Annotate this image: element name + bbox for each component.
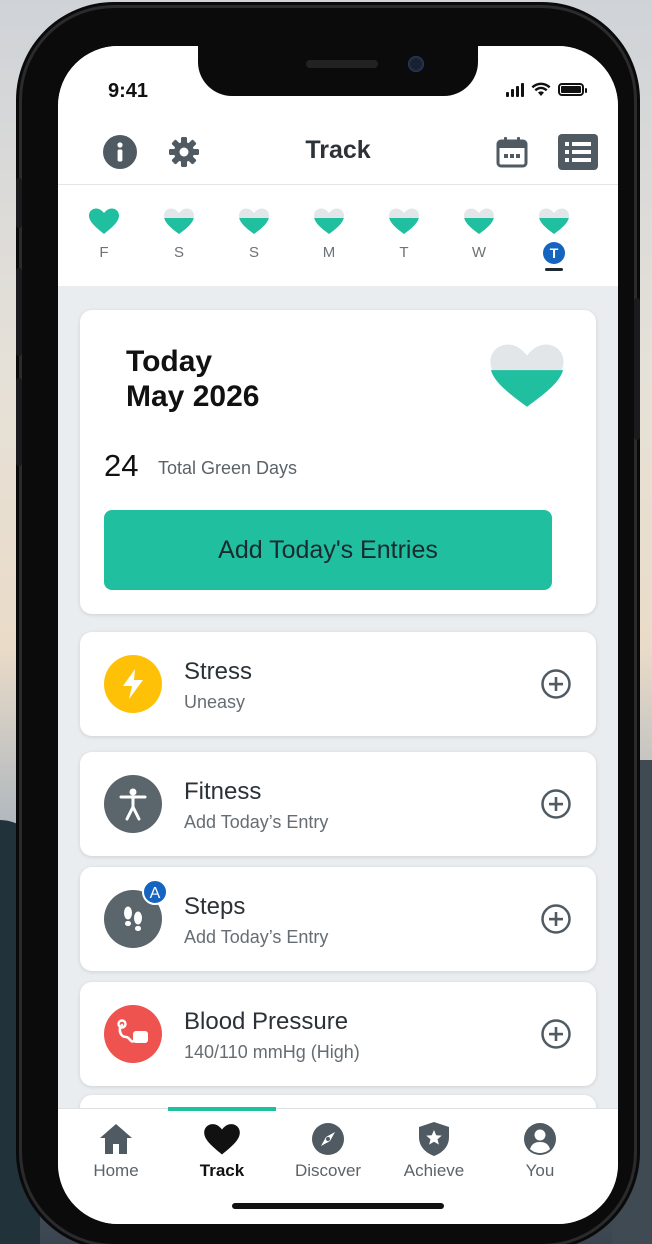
heart-icon	[204, 1124, 240, 1155]
status-icons	[506, 82, 587, 97]
tab-label: Track	[199, 1161, 245, 1180]
entry-card-steps[interactable]: A Steps Add Today’s Entry	[80, 867, 596, 971]
day-item-today[interactable]: T	[534, 207, 574, 271]
day-item[interactable]: F	[84, 207, 124, 261]
large-heart-half-icon	[490, 344, 564, 407]
front-camera	[408, 56, 424, 72]
day-item[interactable]: T	[384, 207, 424, 261]
summary-title: Today May 2026	[126, 344, 259, 414]
heart-half-icon	[464, 208, 494, 234]
footprints-icon	[124, 906, 142, 931]
mute-switch	[16, 178, 22, 228]
day-label: F	[99, 244, 109, 261]
entry-name: Blood Pressure	[184, 1008, 349, 1035]
day-label: S	[248, 244, 259, 261]
top-bar: Track	[58, 128, 618, 184]
stress-icon-circle	[104, 655, 162, 713]
tab-track[interactable]: Track	[172, 1121, 272, 1181]
heart-full-icon	[89, 208, 119, 234]
entry-subtitle: Add Today’s Entry	[184, 927, 329, 947]
add-circle-icon[interactable]	[540, 788, 572, 820]
lightning-icon	[123, 669, 143, 699]
summary-title-line2: May 2026	[126, 380, 260, 413]
heart-half-icon	[539, 208, 569, 234]
tab-you[interactable]: You	[490, 1121, 590, 1181]
page-title: Track	[305, 136, 371, 164]
add-circle-icon[interactable]	[540, 668, 572, 700]
shield-star-icon	[419, 1122, 449, 1156]
day-item[interactable]: M	[309, 207, 349, 261]
list-view-icon[interactable]	[558, 134, 598, 170]
tab-label: You	[525, 1161, 555, 1180]
blood-pressure-icon-circle	[104, 1005, 162, 1063]
phone-frame: 9:41 Track F S S M T W T Today May 2026 …	[16, 8, 640, 1244]
add-todays-entries-button[interactable]: Add Today's Entries	[104, 510, 552, 590]
add-circle-icon[interactable]	[540, 903, 572, 935]
heart-half-icon	[164, 208, 194, 234]
green-days-label: Total Green Days	[158, 458, 298, 478]
day-label: S	[173, 244, 184, 261]
fitness-icon-circle	[104, 775, 162, 833]
entry-card-fitness[interactable]: Fitness Add Today’s Entry	[80, 752, 596, 856]
battery-icon	[558, 83, 587, 96]
entry-card-blood-pressure[interactable]: Blood Pressure 140/110 mmHg (High)	[80, 982, 596, 1086]
week-strip: F S S M T W T	[58, 184, 618, 286]
entry-subtitle: 140/110 mmHg (High)	[184, 1042, 360, 1062]
screen: 9:41 Track F S S M T W T Today May 2026 …	[58, 46, 618, 1224]
status-time: 9:41	[108, 80, 149, 102]
steps-source-badge: A	[142, 879, 168, 905]
tab-home[interactable]: Home	[66, 1121, 166, 1181]
entry-card-stress[interactable]: Stress Uneasy	[80, 632, 596, 736]
summary-title-line1: Today	[126, 345, 213, 378]
heart-half-icon	[389, 208, 419, 234]
speaker	[306, 60, 378, 68]
wifi-icon	[531, 82, 551, 96]
green-days-count: 24	[104, 448, 139, 483]
heart-half-icon	[314, 208, 344, 234]
day-label: M	[322, 244, 336, 261]
active-tab-indicator	[168, 1107, 276, 1111]
person-icon	[119, 788, 147, 821]
entry-subtitle: Add Today’s Entry	[184, 812, 329, 832]
tab-label: Discover	[294, 1161, 362, 1180]
blood-pressure-icon	[117, 1019, 148, 1043]
user-icon	[524, 1123, 556, 1155]
tab-label: Achieve	[403, 1161, 465, 1180]
calendar-icon[interactable]	[494, 134, 530, 170]
entry-name: Fitness	[184, 778, 262, 805]
day-label: W	[471, 244, 487, 261]
entry-subtitle: Uneasy	[184, 692, 246, 712]
heart-half-icon	[239, 208, 269, 234]
today-underline	[545, 268, 563, 271]
tab-achieve[interactable]: Achieve	[384, 1121, 484, 1181]
entry-name: Steps	[184, 893, 246, 920]
compass-icon	[312, 1123, 344, 1155]
day-label: T	[399, 244, 409, 261]
today-summary-card: Today May 2026 24 Total Green Days Add T…	[80, 310, 596, 614]
notch	[198, 46, 478, 96]
volume-down-button	[16, 378, 22, 466]
day-item[interactable]: S	[234, 207, 274, 261]
entry-name: Stress	[184, 658, 253, 685]
home-icon	[100, 1124, 132, 1154]
today-badge: T	[543, 242, 565, 264]
cellular-signal-icon	[506, 82, 524, 97]
home-indicator	[232, 1203, 444, 1209]
tab-discover[interactable]: Discover	[278, 1121, 378, 1181]
day-item[interactable]: W	[459, 207, 499, 261]
day-item[interactable]: S	[159, 207, 199, 261]
power-button	[634, 298, 640, 440]
volume-up-button	[16, 268, 22, 356]
tab-label: Home	[93, 1161, 139, 1180]
add-circle-icon[interactable]	[540, 1018, 572, 1050]
